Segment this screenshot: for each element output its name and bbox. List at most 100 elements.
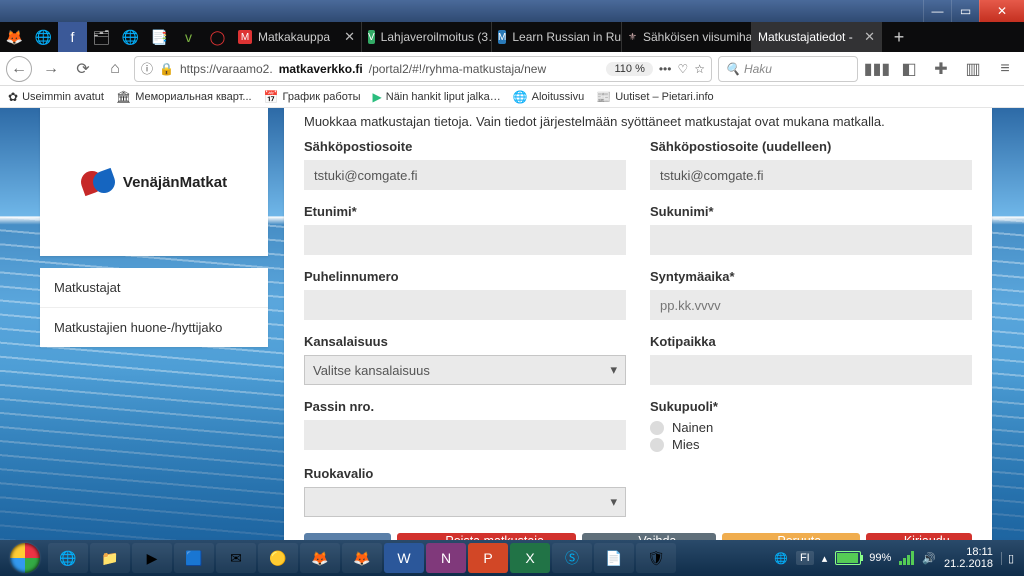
label-email-confirm: Sähköpostiosoite (uudelleen) — [650, 139, 972, 154]
window-maximize-button[interactable]: ▭ — [951, 0, 979, 22]
select-diet[interactable]: ▾ — [304, 487, 626, 517]
tab-matkustajatiedot[interactable]: Matkustajatiedot - ✕ — [752, 22, 882, 52]
input-passport[interactable] — [304, 420, 626, 450]
input-email[interactable] — [304, 160, 626, 190]
screenshot-button[interactable]: ✚ — [928, 56, 954, 82]
tray-time: 18:11 — [944, 546, 993, 558]
tab-icon[interactable]: 📑 — [145, 22, 174, 52]
pocket-button[interactable]: ◧ — [896, 56, 922, 82]
radio-male-label: Mies — [672, 437, 699, 452]
bookmark-item[interactable]: 📰Uutiset – Pietari.info — [596, 90, 713, 104]
bookmark-icon: 📰 — [596, 90, 611, 104]
radio-male[interactable]: Mies — [650, 437, 972, 452]
tab-close-icon[interactable]: ✕ — [344, 29, 355, 45]
bookmark-item[interactable]: 🌐Aloitussivu — [513, 90, 585, 104]
task-app[interactable]: 📄 — [594, 543, 634, 573]
task-onenote[interactable]: N — [426, 543, 466, 573]
tray-up-icon[interactable]: ▴ — [822, 552, 828, 565]
tab-icon[interactable]: v — [174, 22, 203, 52]
swap-label: Vaihda matkustaja — [610, 534, 704, 540]
show-desktop-button[interactable]: ▯ — [1001, 552, 1014, 565]
tab-visa[interactable]: ⚜ Sähköisen viisumihak… ✕ — [622, 22, 752, 52]
save-button[interactable]: ✔Tallenna — [304, 533, 391, 540]
task-explorer[interactable]: 📁 — [90, 543, 130, 573]
bookmark-item[interactable]: ▶Näin hankit liput jalka… — [373, 90, 501, 104]
tab-icon[interactable]: ◯ — [203, 22, 232, 52]
tray-wifi-icon[interactable] — [899, 551, 914, 565]
remove-traveller-button[interactable]: ✖Poista matkustaja matkalta — [397, 533, 576, 540]
page-actions-dots-icon[interactable]: ••• — [659, 62, 672, 76]
tab-favicon-icon: М — [498, 30, 506, 44]
home-button[interactable]: ⌂ — [102, 56, 128, 82]
url-bar[interactable]: ⓘ 🔒 https://varaamo2.matkaverkko.fi/port… — [134, 56, 712, 82]
task-media[interactable]: ▶ — [132, 543, 172, 573]
input-lastname[interactable] — [650, 225, 972, 255]
field-email: Sähköpostiosoite — [304, 139, 626, 190]
tab-close-icon[interactable]: ✕ — [864, 29, 875, 45]
label-email: Sähköpostiosoite — [304, 139, 626, 154]
input-firstname[interactable] — [304, 225, 626, 255]
sidebar-item-travellers[interactable]: Matkustajat — [40, 268, 268, 307]
input-hometown[interactable] — [650, 355, 972, 385]
task-firefox[interactable]: 🦊 — [300, 543, 340, 573]
start-button[interactable] — [4, 542, 46, 574]
input-email-confirm[interactable] — [650, 160, 972, 190]
input-dob[interactable] — [650, 290, 972, 320]
task-excel[interactable]: X — [510, 543, 550, 573]
tab-icon[interactable]: 🌐 — [29, 22, 58, 52]
task-ie[interactable]: 🌐 — [48, 543, 88, 573]
select-nationality[interactable]: Valitse kansalaisuus ▾ — [304, 355, 626, 385]
sidebar-nav: Matkustajat Matkustajien huone-/hyttijak… — [40, 268, 268, 347]
sidebar-button[interactable]: ▥ — [960, 56, 986, 82]
back-button[interactable]: ← — [6, 56, 32, 82]
tab-icon[interactable]: f — [58, 22, 87, 52]
bookmark-item[interactable]: 📅График работы — [264, 90, 361, 104]
bookmark-item[interactable]: 🏛Мемориальная кварт... — [116, 90, 252, 104]
bookmark-icon: ✿ — [8, 90, 18, 104]
task-word[interactable]: W — [384, 543, 424, 573]
zoom-level-badge[interactable]: 110 % — [606, 62, 652, 76]
bookmarks-toolbar: ✿Useimmin avatut 🏛Мемориальная кварт... … — [0, 86, 1024, 108]
library-button[interactable]: ▮▮▮ — [864, 56, 890, 82]
label-hometown: Kotipaikka — [650, 334, 972, 349]
window-minimize-button[interactable]: — — [923, 0, 951, 22]
lock-icon: 🔒 — [159, 62, 174, 76]
window-close-button[interactable]: ✕ — [979, 0, 1024, 22]
input-phone[interactable] — [304, 290, 626, 320]
brand-logo[interactable]: VenäjänMatkat — [81, 172, 227, 192]
task-app[interactable]: 🟦 — [174, 543, 214, 573]
browser-tabstrip: 🦊 🌐 f 🗂 🌐 📑 v ◯ M Matkakauppa ✕ V Lahjav… — [0, 22, 1024, 52]
logout-button[interactable]: ⏻Kirjaudu ulos — [866, 533, 972, 540]
task-outlook[interactable]: ✉ — [216, 543, 256, 573]
tab-learn-russian[interactable]: М Learn Russian in Russ… ✕ — [492, 22, 622, 52]
task-firefox-2[interactable]: 🦊 — [342, 543, 382, 573]
app-menu-button[interactable]: ≡ — [992, 56, 1018, 82]
search-box[interactable]: 🔍 Haku — [718, 56, 858, 82]
task-app[interactable]: 🛡 — [636, 543, 676, 573]
task-chrome[interactable]: 🟡 — [258, 543, 298, 573]
tray-battery-icon[interactable] — [835, 551, 861, 565]
tray-volume-icon[interactable]: 🔊 — [922, 552, 936, 565]
tray-language[interactable]: FI — [796, 551, 814, 565]
tracking-shield-icon[interactable]: ♡ — [677, 62, 688, 76]
radio-female[interactable]: Nainen — [650, 420, 972, 435]
reload-button[interactable]: ⟳ — [70, 56, 96, 82]
tab-matkakauppa[interactable]: M Matkakauppa ✕ — [232, 22, 362, 52]
site-info-icon[interactable]: ⓘ — [141, 60, 153, 77]
new-tab-button[interactable]: + — [882, 22, 916, 52]
tray-clock[interactable]: 18:11 21.2.2018 — [944, 546, 993, 570]
swap-traveller-button[interactable]: ⇄Vaihda matkustaja — [582, 533, 717, 540]
field-lastname: Sukunimi — [650, 204, 972, 255]
tab-icon[interactable]: 🌐 — [116, 22, 145, 52]
tab-lahjavero[interactable]: V Lahjaveroilmoitus (3… ✕ — [362, 22, 492, 52]
forward-button[interactable]: → — [38, 56, 64, 82]
browser-navbar: ← → ⟳ ⌂ ⓘ 🔒 https://varaamo2.matkaverkko… — [0, 52, 1024, 86]
bookmark-item[interactable]: ✿Useimmin avatut — [8, 90, 104, 104]
bookmark-star-icon[interactable]: ☆ — [694, 62, 705, 76]
task-powerpoint[interactable]: P — [468, 543, 508, 573]
tab-icon[interactable]: 🗂 — [87, 22, 116, 52]
cancel-changes-button[interactable]: ↶Peruuta muutokset — [722, 533, 859, 540]
sidebar-item-rooming[interactable]: Matkustajien huone-/hyttijako — [40, 307, 268, 347]
tray-net-icon[interactable]: 🌐 — [774, 552, 788, 565]
task-skype[interactable]: Ⓢ — [552, 543, 592, 573]
